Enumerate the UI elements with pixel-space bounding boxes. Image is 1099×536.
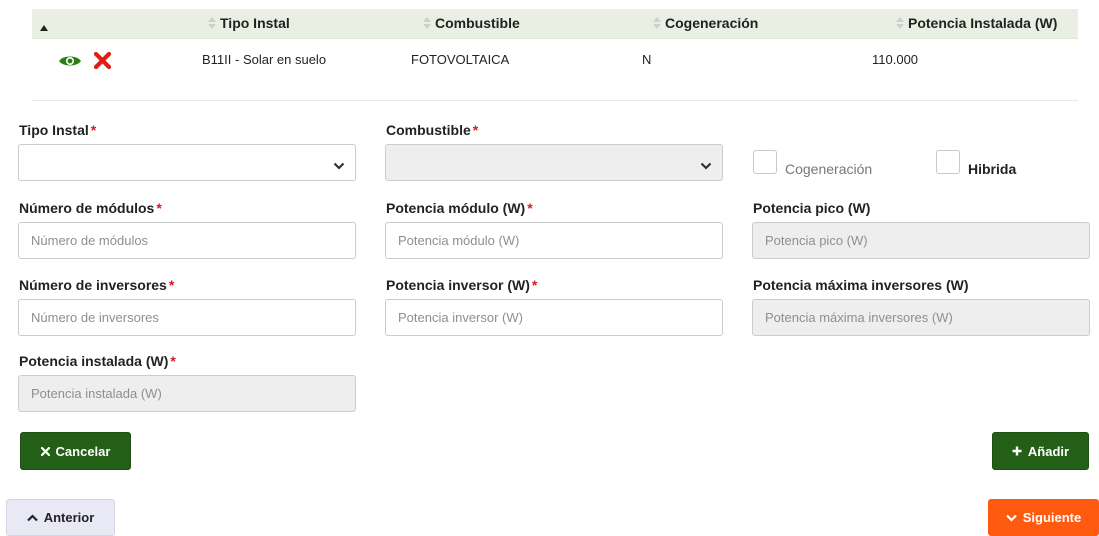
- add-label: Añadir: [1027, 443, 1070, 459]
- cancel-label: Cancelar: [55, 443, 111, 459]
- chevron-up-icon: [26, 513, 38, 522]
- tipo-instal-select[interactable]: [18, 144, 356, 181]
- num-inversores-input[interactable]: [18, 299, 356, 336]
- sort-icon: [896, 17, 904, 29]
- cell-combustible: FOTOVOLTAICA: [411, 52, 510, 67]
- x-icon[interactable]: [93, 51, 112, 74]
- label-tipo-instal: Tipo Instal *: [19, 122, 96, 138]
- previous-label: Anterior: [43, 510, 95, 525]
- add-button[interactable]: Añadir: [992, 432, 1089, 470]
- table-header: Tipo Instal Combustible Cogeneración Pot…: [32, 9, 1078, 39]
- plus-icon: [1012, 446, 1022, 456]
- required-mark: *: [472, 122, 479, 138]
- label-potencia-inversor: Potencia inversor (W) *: [386, 277, 537, 293]
- num-modulos-input[interactable]: [18, 222, 356, 259]
- required-mark: *: [527, 200, 533, 216]
- chevron-down-icon: [333, 158, 345, 170]
- next-button[interactable]: Siguiente: [988, 499, 1099, 536]
- cell-tipo-instal: B11II - Solar en suelo: [202, 52, 327, 67]
- chevron-down-icon: [700, 158, 712, 170]
- label-potencia-pico: Potencia pico (W): [753, 200, 871, 216]
- close-icon: [40, 446, 50, 456]
- column-header-label: Combustible: [435, 15, 520, 31]
- cell-cogeneracion: N: [642, 52, 652, 67]
- required-mark: *: [156, 200, 162, 216]
- label-text: Potencia módulo (W): [386, 200, 526, 216]
- column-header-label: Tipo Instal: [220, 15, 290, 31]
- hibrida-label: Hibrida: [968, 161, 1017, 177]
- label-text: Número de módulos: [19, 200, 155, 216]
- cancel-button[interactable]: Cancelar: [20, 432, 131, 470]
- label-potencia-max-inversores: Potencia máxima inversores (W): [753, 277, 969, 293]
- cogeneracion-label: Cogeneración: [785, 161, 873, 177]
- column-header-combustible[interactable]: Combustible: [423, 15, 520, 31]
- required-mark: *: [170, 353, 176, 369]
- cell-potencia-instalada: 110.000: [872, 52, 919, 67]
- sort-icon: [653, 17, 661, 29]
- cogeneracion-checkbox[interactable]: [753, 150, 777, 174]
- column-header-label: Potencia Instalada (W): [908, 15, 1058, 31]
- label-num-modulos: Número de módulos *: [19, 200, 162, 216]
- label-combustible: Combustible *: [386, 122, 478, 138]
- label-num-inversores: Número de inversores *: [19, 277, 174, 293]
- label-text: Potencia instalada (W): [19, 353, 169, 369]
- label-text: Potencia inversor (W): [386, 277, 530, 293]
- next-label: Siguiente: [1022, 510, 1082, 525]
- sort-icon: [423, 17, 431, 29]
- label-potencia-instalada: Potencia instalada (W) *: [19, 353, 176, 369]
- column-header-label: Cogeneración: [665, 15, 759, 31]
- table-row: B11II - Solar en suelo FOTOVOLTAICA N 11…: [32, 42, 1078, 76]
- potencia-inversor-input[interactable]: [385, 299, 723, 336]
- column-header-tipo-instal[interactable]: Tipo Instal: [208, 15, 290, 31]
- column-header-potencia-instalada[interactable]: Potencia Instalada (W): [896, 15, 1057, 31]
- sort-icon: [208, 17, 216, 29]
- required-mark: *: [531, 277, 538, 293]
- label-text: Tipo Instal: [19, 122, 89, 138]
- potencia-pico-input[interactable]: [752, 222, 1090, 259]
- potencia-instalada-input[interactable]: [18, 375, 356, 412]
- potencia-modulo-input[interactable]: [385, 222, 723, 259]
- required-mark: *: [90, 122, 97, 138]
- eye-icon[interactable]: [58, 54, 82, 73]
- previous-button[interactable]: Anterior: [6, 499, 115, 536]
- chevron-down-icon: [1005, 514, 1017, 522]
- hibrida-checkbox[interactable]: [936, 150, 960, 174]
- label-potencia-modulo: Potencia módulo (W) *: [386, 200, 533, 216]
- label-text: Número de inversores: [19, 277, 167, 293]
- combustible-select[interactable]: [385, 144, 723, 181]
- divider: [32, 100, 1078, 101]
- potencia-max-inversores-input[interactable]: [752, 299, 1090, 336]
- required-mark: *: [168, 277, 175, 293]
- sort-asc-icon[interactable]: [40, 18, 48, 36]
- label-text: Combustible: [386, 122, 471, 138]
- column-header-cogeneracion[interactable]: Cogeneración: [653, 15, 758, 31]
